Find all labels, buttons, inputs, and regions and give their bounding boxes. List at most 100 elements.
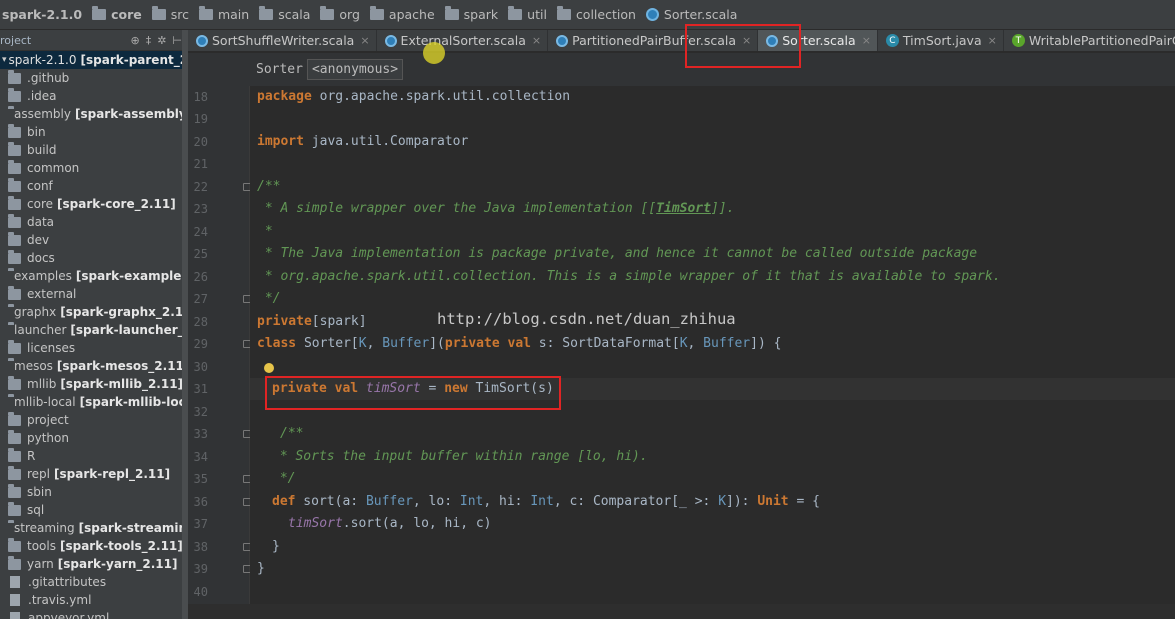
editor-tab[interactable]: ExternalSorter.scala × <box>377 30 549 51</box>
line-number: 27 <box>193 292 208 306</box>
tree-item-module: [spark-yarn_2.11] <box>57 557 178 571</box>
tree-item[interactable]: common <box>0 159 186 177</box>
folder-icon <box>8 465 21 480</box>
close-icon[interactable]: × <box>988 34 997 47</box>
editor-tab[interactable]: SortShuffleWriter.scala × <box>188 30 377 51</box>
crumb-anonymous[interactable]: <anonymous> <box>306 59 404 80</box>
tree-item-name: external <box>27 287 77 301</box>
breadcrumb-item[interactable]: org <box>320 6 360 22</box>
folder-icon <box>198 6 213 20</box>
close-icon[interactable]: × <box>360 34 369 47</box>
project-panel: roject ⊕ ‡ ✲ ⊢ ▾ spark-2.1.0 [spark-parent_… <box>0 30 187 619</box>
tree-item[interactable]: core [spark-core_2.11] <box>0 195 186 213</box>
tab-label: TimSort.java <box>902 33 982 48</box>
tree-item[interactable]: licenses <box>0 339 186 357</box>
navigation-breadcrumb: spark-2.1.0 core src main scala org apache spar… <box>0 0 1175 30</box>
folder-icon <box>8 375 21 390</box>
code-editor[interactable]: package org.apache.spark.util.collection… <box>250 86 1175 619</box>
tree-item[interactable]: assembly[spark-assembly_2. <box>0 105 186 123</box>
code-line-39: } <box>257 561 265 576</box>
breadcrumb-item[interactable]: scala <box>259 6 310 22</box>
folder-icon <box>8 249 21 264</box>
tree-item[interactable]: .github <box>0 69 186 87</box>
project-panel-title[interactable]: roject <box>0 34 31 47</box>
tree-item[interactable]: yarn [spark-yarn_2.11] <box>0 555 186 573</box>
crumb-sorter[interactable]: Sorter <box>252 60 307 79</box>
breadcrumb-item[interactable]: spark-2.1.0 <box>2 7 82 22</box>
tree-item[interactable]: conf <box>0 177 186 195</box>
code-line-33: /** <box>280 426 304 441</box>
tree-item[interactable]: mllib-local [spark-mllib-local <box>0 393 186 411</box>
folder-icon <box>8 555 21 570</box>
breadcrumb-item[interactable]: util <box>508 6 547 22</box>
tree-item[interactable]: .gitattributes <box>0 573 186 591</box>
tree-item[interactable]: .idea <box>0 87 186 105</box>
tree-item[interactable]: launcher[spark-launcher_2.1 <box>0 321 186 339</box>
breadcrumb-item[interactable]: src <box>151 6 189 22</box>
close-icon[interactable]: × <box>532 34 541 47</box>
tree-item[interactable]: mesos [spark-mesos_2.11] <box>0 357 186 375</box>
tree-item-module: [spark-core_2.11] <box>57 197 176 211</box>
tree-item[interactable]: project <box>0 411 186 429</box>
tree-item[interactable]: mllib [spark-mllib_2.11] <box>0 375 186 393</box>
tree-item-name: .gitattributes <box>28 575 107 589</box>
editor-tab[interactable]: TWritablePartitionedPairCollection.scala… <box>1004 30 1175 51</box>
tree-item-name: conf <box>27 179 53 193</box>
breadcrumb-item[interactable]: apache <box>369 6 435 22</box>
line-number: 31 <box>193 382 208 396</box>
tree-item[interactable]: R <box>0 447 186 465</box>
line-number: 36 <box>193 495 208 509</box>
tree-item[interactable]: bin <box>0 123 186 141</box>
tree-item[interactable]: data <box>0 213 186 231</box>
tree-item[interactable]: build <box>0 141 186 159</box>
tree-item-name: .travis.yml <box>28 593 92 607</box>
tree-item-name: streaming <box>14 521 75 535</box>
tab-label: ExternalSorter.scala <box>400 33 526 48</box>
tree-item[interactable]: sbin <box>0 483 186 501</box>
breadcrumb-item[interactable]: main <box>198 6 249 22</box>
tab-label: SortShuffleWriter.scala <box>212 33 355 48</box>
tree-item[interactable]: graphx [spark-graphx_2.11] <box>0 303 186 321</box>
panel-tool-icon[interactable]: ✲ <box>157 34 166 47</box>
tree-item[interactable]: external <box>0 285 186 303</box>
tree-item[interactable]: streaming[spark-streaming_ <box>0 519 186 537</box>
folder-icon <box>8 429 21 444</box>
code-line-24: * <box>257 224 273 239</box>
folder-icon <box>8 537 21 552</box>
tree-item[interactable]: tools [spark-tools_2.11] <box>0 537 186 555</box>
panel-tool-icon[interactable]: ‡ <box>146 34 152 47</box>
tree-item[interactable]: sql <box>0 501 186 519</box>
close-icon[interactable]: × <box>862 34 871 47</box>
tree-item-module: [spark-mllib-local <box>79 395 187 409</box>
breadcrumb-item[interactable]: Sorter.scala <box>645 7 737 22</box>
panel-tool-icon[interactable]: ⊕ <box>130 34 139 47</box>
tree-item-name: .idea <box>27 89 57 103</box>
breadcrumb-item[interactable]: core <box>92 6 142 22</box>
editor-tab[interactable]: C TimSort.java × <box>878 30 1004 51</box>
tree-item[interactable]: docs <box>0 249 186 267</box>
breadcrumb-item[interactable]: collection <box>556 6 636 22</box>
line-number: 29 <box>193 337 208 351</box>
breadcrumb-label: collection <box>575 7 636 22</box>
code-line-20: import java.util.Comparator <box>257 134 469 149</box>
breadcrumb-label: src <box>170 7 189 22</box>
breadcrumb-label: spark <box>463 7 499 22</box>
editor-tabbar: SortShuffleWriter.scala × ExternalSorter.s… <box>188 30 1175 52</box>
tree-item-name: common <box>27 161 80 175</box>
panel-tool-icon[interactable]: ⊢ <box>172 34 182 47</box>
tree-item[interactable]: dev <box>0 231 186 249</box>
tree-item[interactable]: appveyor.yml <box>0 609 186 619</box>
tree-root-item[interactable]: ▾ spark-2.1.0 [spark-parent_2.11] <box>0 51 186 69</box>
tree-item[interactable]: examples[spark-examples_2 <box>0 267 186 285</box>
lightbulb-icon[interactable] <box>264 363 274 373</box>
tree-item[interactable]: repl [spark-repl_2.11] <box>0 465 186 483</box>
tree-item[interactable]: python <box>0 429 186 447</box>
tree-item[interactable]: .travis.yml <box>0 591 186 609</box>
code-line-28: private[spark] <box>257 314 367 329</box>
line-number: 28 <box>193 315 208 329</box>
breadcrumb-item[interactable]: spark <box>444 6 499 22</box>
tree-item-module: [spark-tools_2.11] <box>59 539 183 553</box>
line-number: 40 <box>193 585 208 599</box>
folder-icon <box>8 87 21 102</box>
folder-icon <box>8 177 21 192</box>
